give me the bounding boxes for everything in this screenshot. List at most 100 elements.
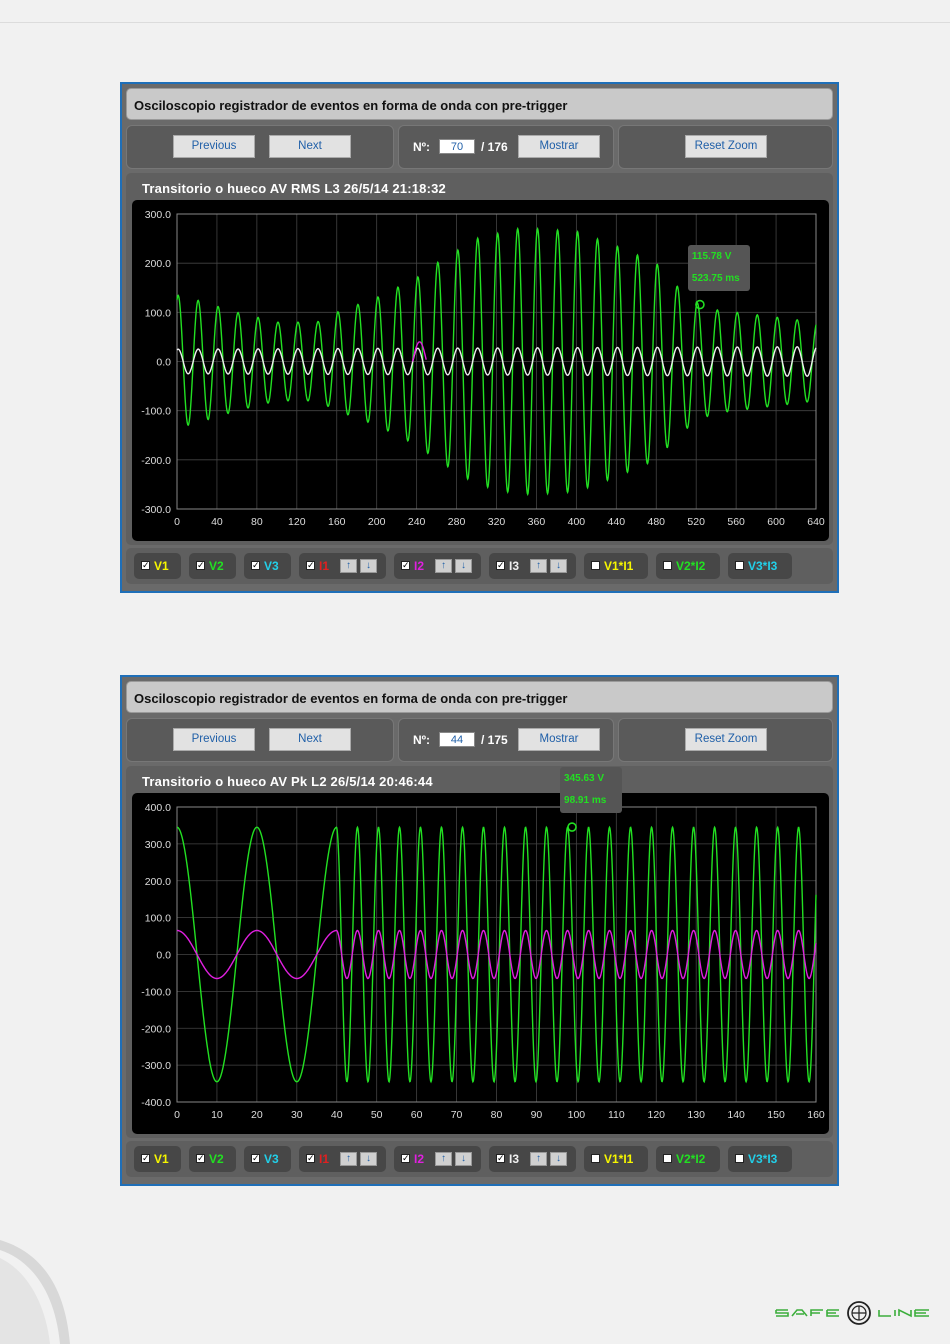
previous-button[interactable]: Previous xyxy=(173,135,255,158)
scale-down-button[interactable]: ↓ xyxy=(550,559,567,573)
channel-checkbox[interactable] xyxy=(591,561,600,570)
x-tick-label: 280 xyxy=(448,516,466,528)
next-button[interactable]: Next xyxy=(269,135,351,158)
legend-item-v1[interactable]: ✓V1 xyxy=(134,553,181,579)
legend-item-v1xi1[interactable]: V1*I1 xyxy=(584,1146,648,1172)
channel-checkbox[interactable]: ✓ xyxy=(196,1154,205,1163)
legend-item-v2[interactable]: ✓ V2 xyxy=(189,1146,236,1172)
tooltip-value: 115.78 V xyxy=(692,251,731,262)
event-number-input[interactable] xyxy=(439,732,475,747)
channel-legend: ✓V1✓V2✓V3✓I1↑↓✓I2↑↓✓I3↑↓V1*I1V2*I2V3*I3 xyxy=(126,548,833,584)
channel-checkbox[interactable]: ✓ xyxy=(251,561,260,570)
waveform-plot[interactable]: 0102030405060708090100110120130140150160… xyxy=(132,793,829,1134)
channel-label: I3 xyxy=(509,559,519,573)
scale-up-button[interactable]: ↑ xyxy=(340,559,357,573)
legend-item-v3[interactable]: ✓V3 xyxy=(244,553,291,579)
channel-label: I1 xyxy=(319,559,329,573)
channel-checkbox[interactable] xyxy=(663,561,672,570)
legend-item-v3[interactable]: ✓V3 xyxy=(244,1146,291,1172)
channel-checkbox[interactable]: ✓ xyxy=(496,561,505,570)
legend-item-v2xi2[interactable]: V2*I2 xyxy=(656,553,720,579)
x-tick-label: 140 xyxy=(727,1109,745,1121)
legend-item-v2[interactable]: ✓V2 xyxy=(189,553,236,579)
event-number-label: Nº: xyxy=(413,733,430,747)
x-tick-label: 50 xyxy=(371,1109,383,1121)
event-total: / 176 xyxy=(481,140,508,154)
channel-checkbox[interactable]: ✓ xyxy=(251,1154,260,1163)
navigation-group: Previous Next xyxy=(126,718,394,762)
channel-label: V2 xyxy=(209,1152,224,1166)
channel-checkbox[interactable]: ✓ xyxy=(141,1154,150,1163)
channel-checkbox[interactable]: ✓ xyxy=(141,561,150,570)
navigation-group: Previous Next xyxy=(126,125,394,169)
legend-item-i2[interactable]: ✓I2↑↓ xyxy=(394,553,481,579)
scale-up-button[interactable]: ↑ xyxy=(435,1152,452,1166)
event-number-input[interactable] xyxy=(439,139,475,154)
legend-item-i2[interactable]: ✓I2↑↓ xyxy=(394,1146,481,1172)
scale-up-button[interactable]: ↑ xyxy=(435,559,452,573)
channel-checkbox[interactable] xyxy=(735,561,744,570)
x-tick-label: 560 xyxy=(727,516,745,528)
channel-checkbox[interactable] xyxy=(591,1154,600,1163)
next-button[interactable]: Next xyxy=(269,728,351,751)
event-total: / 175 xyxy=(481,733,508,747)
legend-item-v3xi3[interactable]: V3*I3 xyxy=(728,553,792,579)
x-tick-label: 110 xyxy=(608,1109,625,1121)
reset-zoom-button[interactable]: Reset Zoom xyxy=(685,728,767,751)
reset-zoom-button[interactable]: Reset Zoom xyxy=(685,135,767,158)
channel-checkbox[interactable]: ✓ xyxy=(196,561,205,570)
zoom-group: Reset Zoom xyxy=(618,125,833,169)
panel-title: Osciloscopio registrador de eventos en f… xyxy=(134,98,567,113)
waveform-svg[interactable]: 0102030405060708090100110120130140150160… xyxy=(132,793,829,1134)
channel-checkbox[interactable] xyxy=(663,1154,672,1163)
channel-checkbox[interactable]: ✓ xyxy=(306,1154,315,1163)
scale-up-button[interactable]: ↑ xyxy=(530,559,547,573)
legend-item-i3[interactable]: ✓ I3 ↑↓ xyxy=(489,553,576,579)
x-tick-label: 150 xyxy=(767,1109,785,1121)
channel-checkbox[interactable]: ✓ xyxy=(306,561,315,570)
legend-item-i3[interactable]: ✓I3↑↓ xyxy=(489,1146,576,1172)
x-tick-label: 200 xyxy=(368,516,386,528)
channel-label: V1 xyxy=(154,1152,169,1166)
scale-down-button[interactable]: ↓ xyxy=(360,559,377,573)
tooltip-time: 98.91 ms xyxy=(564,795,606,806)
scale-down-button[interactable]: ↓ xyxy=(455,559,472,573)
legend-item-v3xi3[interactable]: V3*I3 xyxy=(728,1146,792,1172)
top-divider xyxy=(0,22,950,23)
x-tick-label: 360 xyxy=(528,516,546,528)
chart-title: Transitorio o hueco AV RMS L3 26/5/14 21… xyxy=(142,181,446,196)
channel-checkbox[interactable]: ✓ xyxy=(401,1154,410,1163)
zoom-group: Reset Zoom xyxy=(618,718,833,762)
legend-item-i1[interactable]: ✓ I1 ↑↓ xyxy=(299,553,386,579)
x-tick-label: 10 xyxy=(211,1109,223,1121)
waveform-plot[interactable]: 0408012016020024028032036040044048052056… xyxy=(132,200,829,541)
oscilloscope-panel: Osciloscopio registrador de eventos en f… xyxy=(120,82,839,593)
channel-checkbox[interactable] xyxy=(735,1154,744,1163)
previous-button[interactable]: Previous xyxy=(173,728,255,751)
y-tick-label: 400.0 xyxy=(145,802,171,814)
legend-item-v1xi1[interactable]: V1*I1 xyxy=(584,553,648,579)
channel-label: I1 xyxy=(319,1152,329,1166)
legend-item-v1[interactable]: ✓ V1 xyxy=(134,1146,181,1172)
channel-checkbox[interactable]: ✓ xyxy=(496,1154,505,1163)
scale-down-button[interactable]: ↓ xyxy=(360,1152,377,1166)
y-tick-label: -400.0 xyxy=(141,1097,171,1109)
legend-item-v2xi2[interactable]: V2*I2 xyxy=(656,1146,720,1172)
x-tick-label: 80 xyxy=(491,1109,503,1121)
y-tick-label: -300.0 xyxy=(141,1060,171,1072)
panel-titlebar: Osciloscopio registrador de eventos en f… xyxy=(126,88,833,120)
channel-checkbox[interactable]: ✓ xyxy=(401,561,410,570)
legend-item-i1[interactable]: ✓ I1 ↑↓ xyxy=(299,1146,386,1172)
show-button[interactable]: Mostrar xyxy=(518,135,600,158)
scale-down-button[interactable]: ↓ xyxy=(550,1152,567,1166)
y-tick-label: 200.0 xyxy=(145,258,171,270)
data-marker xyxy=(568,823,576,831)
scale-up-button[interactable]: ↑ xyxy=(340,1152,357,1166)
scale-down-button[interactable]: ↓ xyxy=(455,1152,472,1166)
x-tick-label: 520 xyxy=(687,516,705,528)
x-tick-label: 120 xyxy=(647,1109,665,1121)
show-button[interactable]: Mostrar xyxy=(518,728,600,751)
y-tick-label: -300.0 xyxy=(141,504,171,516)
scale-up-button[interactable]: ↑ xyxy=(530,1152,547,1166)
x-tick-label: 40 xyxy=(331,1109,343,1121)
